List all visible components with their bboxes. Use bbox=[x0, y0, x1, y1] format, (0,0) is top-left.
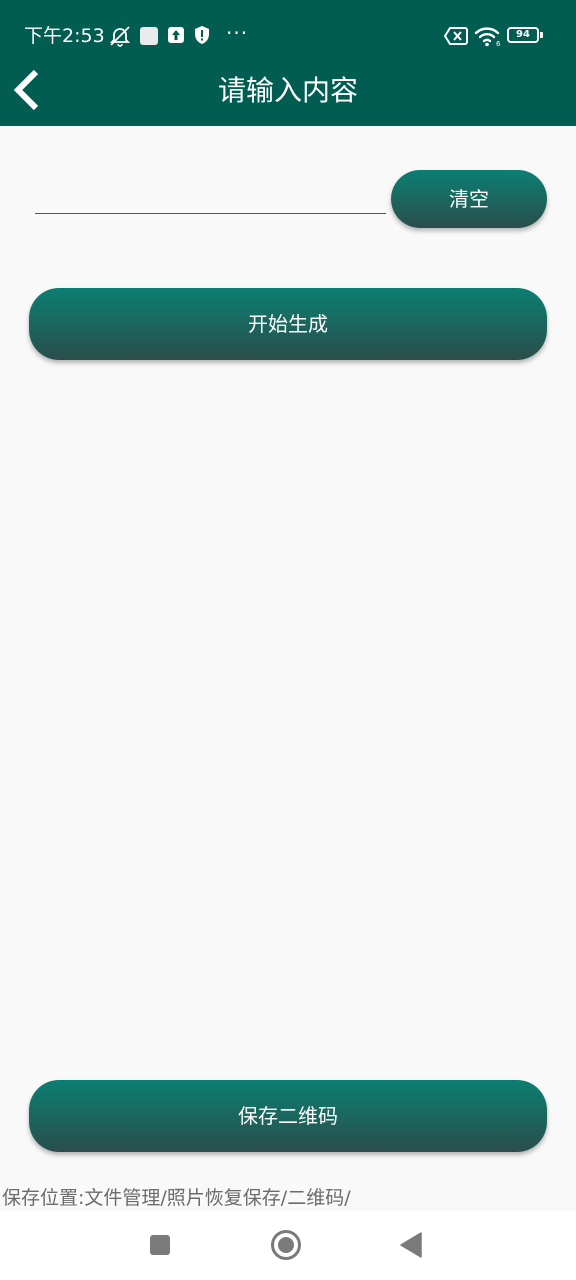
app-bar: 下午2:53 ··· 6 94 请输入内容 bbox=[0, 0, 576, 126]
clear-button[interactable]: 清空 bbox=[391, 170, 547, 228]
page-title: 请输入内容 bbox=[217, 74, 358, 107]
save-qrcode-button[interactable]: 保存二维码 bbox=[29, 1080, 547, 1152]
generate-button[interactable]: 开始生成 bbox=[29, 288, 547, 360]
sim-error-icon bbox=[444, 27, 468, 45]
wifi-icon: 6 bbox=[474, 27, 501, 47]
home-icon[interactable] bbox=[270, 1229, 302, 1261]
notification-square-icon bbox=[140, 27, 158, 45]
back-triangle-icon[interactable] bbox=[399, 1232, 423, 1258]
status-bar: 下午2:53 ··· 6 94 bbox=[0, 0, 576, 70]
save-location-text: 保存位置:文件管理/照片恢复保存/二维码/ bbox=[2, 1187, 351, 1209]
status-time: 下午2:53 bbox=[24, 25, 105, 47]
battery-icon: 94 bbox=[507, 27, 539, 43]
recent-apps-icon[interactable] bbox=[149, 1234, 171, 1256]
svg-text:6: 6 bbox=[496, 40, 501, 47]
battery-level: 94 bbox=[516, 29, 530, 40]
mute-bell-icon bbox=[109, 26, 131, 47]
shield-icon bbox=[195, 26, 209, 44]
navigation-bar bbox=[0, 1211, 576, 1280]
upload-icon bbox=[168, 27, 184, 43]
more-notifications-icon: ··· bbox=[226, 21, 249, 45]
battery-tip bbox=[540, 32, 543, 38]
content-input[interactable] bbox=[35, 178, 386, 214]
